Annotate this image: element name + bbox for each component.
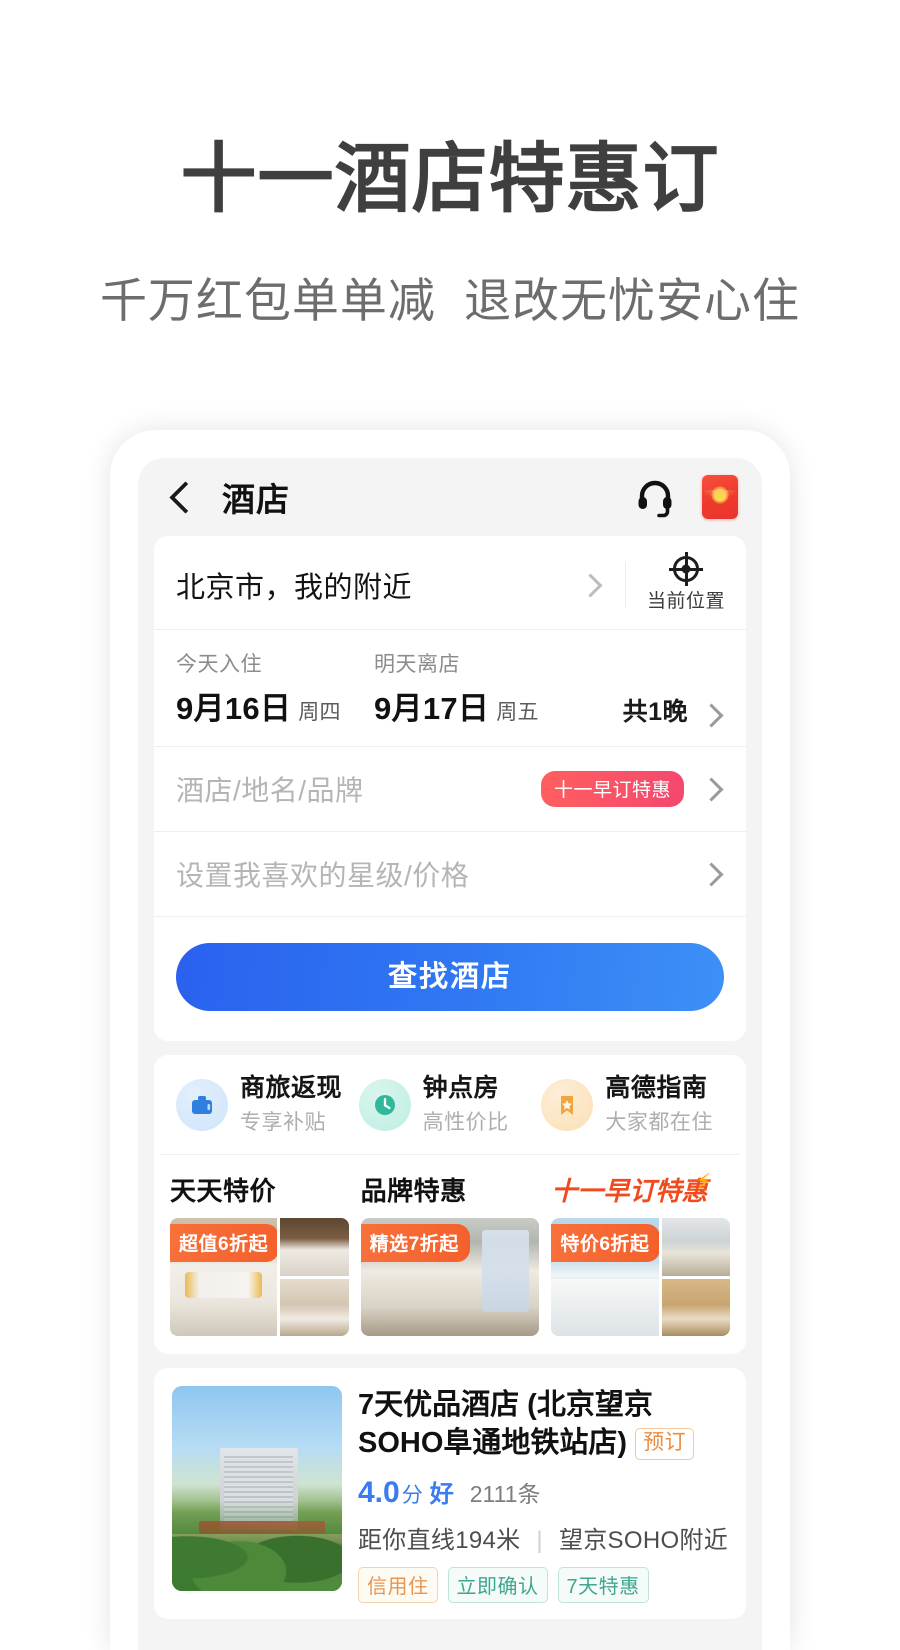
red-envelope-icon[interactable] xyxy=(702,475,738,519)
service-title: 商旅返现 xyxy=(240,1074,343,1102)
review-count: 2111条 xyxy=(469,1480,541,1507)
search-hotels-button[interactable]: 查找酒店 xyxy=(176,943,724,1011)
service-item-amap-guide[interactable]: 高德指南 大家都在住 xyxy=(541,1073,724,1136)
promo-badge: 精选7折起 xyxy=(360,1224,470,1262)
weekday-label: 周四 xyxy=(298,701,341,724)
chevron-right-icon xyxy=(698,861,724,887)
hotel-list-item[interactable]: 7天优品酒店 (北京望京SOHO阜通地铁站店) 预订 4.0 分 好 2111条 … xyxy=(154,1368,746,1619)
hero-title: 十一酒店特惠订 xyxy=(180,137,720,222)
rating-value: 4.0 xyxy=(358,1475,400,1509)
promo-images[interactable]: 精选7折起 xyxy=(360,1218,540,1336)
service-sub: 专享补贴 xyxy=(240,1111,326,1134)
promo-image-side xyxy=(280,1218,349,1336)
service-texts: 商旅返现 专享补贴 xyxy=(240,1073,342,1136)
city-value: 北京市，我的附近 xyxy=(176,571,413,604)
promo-badge: 特价6折起 xyxy=(551,1224,659,1262)
filter-input[interactable]: 设置我喜欢的星级/价格 xyxy=(176,854,698,894)
promo-badge: 超值6折起 xyxy=(170,1224,278,1262)
filter-input-row[interactable]: 设置我喜欢的星级/价格 xyxy=(154,832,746,917)
page-title: 酒店 xyxy=(222,481,290,518)
weekday-label: 周五 xyxy=(496,701,539,724)
hotel-rating: 4.0 分 好 2111条 xyxy=(358,1474,728,1510)
promo-row: 天天特价 超值6折起 品牌特惠 精选7折起 十一早订特惠 ⚡ 特价6折起 xyxy=(154,1155,746,1354)
nights-count: 共1晚 xyxy=(622,698,688,726)
promo-image-main: 精选7折起 xyxy=(360,1218,540,1336)
rating-word: 好 xyxy=(429,1480,454,1508)
chevron-right-icon xyxy=(577,572,603,598)
promo-heading: 天天特价 xyxy=(170,1176,277,1206)
service-texts: 高德指南 大家都在住 xyxy=(605,1073,713,1136)
service-title: 高德指南 xyxy=(605,1074,708,1102)
service-texts: 钟点房 高性价比 xyxy=(423,1073,509,1136)
hotel-tag: 7天特惠 xyxy=(557,1566,649,1603)
hero-subtitle: 千万红包单单减 退改无忧安心住 xyxy=(99,273,801,327)
keyword-input[interactable]: 酒店/地名/品牌 xyxy=(176,769,541,809)
search-panel: 北京市，我的附近 当前位置 今天入住 9月16日 周四 明天离店 9月17日 周… xyxy=(154,536,746,1041)
city-row[interactable]: 北京市，我的附近 当前位置 xyxy=(154,536,746,630)
hotel-tag: 信用住 xyxy=(358,1566,438,1603)
services-row: 商旅返现 专享补贴 钟点房 高性价比 高德指南 大家都在住 xyxy=(160,1073,740,1155)
promo-image-main: 特价6折起 xyxy=(551,1218,659,1336)
hotel-book-tag: 预订 xyxy=(635,1428,695,1460)
back-arrow-icon[interactable] xyxy=(162,479,198,515)
promo-column-daily-deals[interactable]: 天天特价 超值6折起 xyxy=(170,1171,349,1336)
checkin-block[interactable]: 今天入住 9月16日 周四 xyxy=(176,648,374,728)
checkin-date: 9月16日 周四 xyxy=(176,691,341,726)
briefcase-icon xyxy=(176,1078,228,1131)
clock-icon xyxy=(358,1078,411,1131)
hotel-tag: 立即确认 xyxy=(447,1566,548,1603)
chevron-right-icon xyxy=(698,702,724,728)
divider: | xyxy=(536,1526,543,1554)
promo-image-side xyxy=(661,1218,731,1336)
current-location-button[interactable]: 当前位置 xyxy=(626,552,746,613)
date-row[interactable]: 今天入住 9月16日 周四 明天离店 9月17日 周五 共1晚 xyxy=(154,630,746,747)
lightning-bolt-icon: ⚡ xyxy=(695,1169,712,1194)
promo-column-brand-deals[interactable]: 品牌特惠 精选7折起 xyxy=(360,1171,540,1336)
checkin-caption: 今天入住 xyxy=(176,653,262,676)
hotel-info: 7天优品酒店 (北京望京SOHO阜通地铁站店) 预订 4.0 分 好 2111条 … xyxy=(358,1386,728,1603)
hero-section: 十一酒店特惠订 千万红包单单减 退改无忧安心住 xyxy=(0,0,900,331)
promo-heading-text: 十一早订特惠 xyxy=(551,1176,708,1206)
phone-screen: 酒店 北京市，我的附近 当前位置 今天入住 9月16日 周四 明天离店 9月17… xyxy=(138,458,762,1650)
hotel-name-text: 7天优品酒店 (北京望京SOHO阜通地铁站店) xyxy=(358,1389,653,1460)
hotel-landmark: 望京SOHO附近 xyxy=(558,1526,729,1554)
phone-mockup: 酒店 北京市，我的附近 当前位置 今天入住 9月16日 周四 明天离店 9月17… xyxy=(110,430,790,1650)
submit-wrap: 查找酒店 xyxy=(154,917,746,1037)
rating-unit: 分 xyxy=(401,1483,423,1507)
headset-icon[interactable] xyxy=(634,476,676,518)
promo-heading: 十一早订特惠 ⚡ xyxy=(551,1169,711,1208)
app-bar: 酒店 xyxy=(138,458,762,536)
services-promos-card: 商旅返现 专享补贴 钟点房 高性价比 高德指南 大家都在住 天天特价 超值6折起… xyxy=(154,1055,746,1354)
promo-heading: 品牌特惠 xyxy=(360,1176,467,1206)
hotel-distance: 距你直线194米 xyxy=(358,1526,521,1554)
checkout-block[interactable]: 明天离店 9月17日 周五 xyxy=(374,648,572,728)
promo-image-main: 超值6折起 xyxy=(170,1218,278,1336)
hotel-tags: 信用住 立即确认 7天特惠 xyxy=(358,1566,728,1603)
hotel-distance-row: 距你直线194米 | 望京SOHO附近 xyxy=(358,1520,728,1555)
current-location-label: 当前位置 xyxy=(646,591,725,612)
promo-images[interactable]: 特价6折起 xyxy=(551,1218,731,1336)
service-item-business-cashback[interactable]: 商旅返现 专享补贴 xyxy=(176,1073,359,1136)
service-sub: 高性价比 xyxy=(422,1111,509,1134)
keyword-promo-badge[interactable]: 十一早订特惠 xyxy=(540,771,684,807)
hotel-name: 7天优品酒店 (北京望京SOHO阜通地铁站店) 预订 xyxy=(358,1386,728,1463)
checkout-caption: 明天离店 xyxy=(374,653,460,676)
bookmark-star-icon xyxy=(541,1078,594,1131)
service-sub: 大家都在住 xyxy=(605,1111,713,1134)
promo-column-early-bird[interactable]: 十一早订特惠 ⚡ 特价6折起 xyxy=(551,1169,731,1336)
hotel-thumbnail[interactable] xyxy=(172,1386,342,1591)
chevron-right-icon xyxy=(698,776,724,802)
promo-images[interactable]: 超值6折起 xyxy=(170,1218,349,1336)
location-target-icon xyxy=(669,552,703,586)
checkout-date: 9月17日 周五 xyxy=(374,691,539,726)
service-item-hourly-room[interactable]: 钟点房 高性价比 xyxy=(358,1073,542,1136)
service-title: 钟点房 xyxy=(422,1074,500,1102)
keyword-input-row[interactable]: 酒店/地名/品牌 十一早订特惠 xyxy=(154,747,746,832)
thumb-trees xyxy=(172,1500,342,1591)
